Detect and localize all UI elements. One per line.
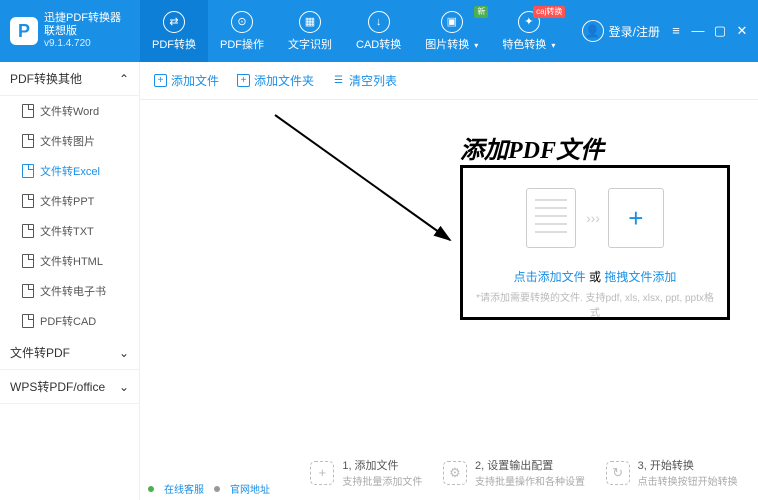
sidebar-item-4[interactable]: 文件转TXT [0, 216, 139, 246]
nav-PDF转换[interactable]: ⇄PDF转换 [140, 0, 208, 62]
add-folder-icon: + [237, 74, 250, 87]
dropzone-hint: *请添加需要转换的文件. 支持pdf, xls, xlsx, ppt, pptx… [473, 289, 717, 319]
login-label: 登录/注册 [609, 23, 660, 40]
minimize-button[interactable]: — [690, 23, 706, 39]
user-icon: 👤 [582, 20, 604, 42]
add-file-icon: + [154, 74, 167, 87]
file-icon [22, 224, 34, 238]
close-button[interactable]: ✕ [734, 23, 750, 39]
nav-PDF操作[interactable]: ⊙PDF操作 [208, 0, 276, 62]
file-icon [22, 134, 34, 148]
sidebar-item-7[interactable]: PDF转CAD [0, 306, 139, 336]
file-icon [22, 254, 34, 268]
maximize-button[interactable]: ▢ [712, 23, 728, 39]
step-1: +1, 添加文件支持批量添加文件 [310, 457, 422, 488]
step-icon: + [310, 461, 334, 485]
status-dot-site [214, 486, 220, 492]
nav-文字识别[interactable]: ▦文字识别 [276, 0, 344, 62]
sidebar-item-6[interactable]: 文件转电子书 [0, 276, 139, 306]
clear-list-icon: ☰ [332, 74, 345, 87]
status-dot-online [148, 486, 154, 492]
nav-CAD转换[interactable]: ↓CAD转换 [344, 0, 413, 62]
step-2: ⚙2, 设置输出配置支持批量操作和各种设置 [443, 457, 585, 488]
app-logo: P 迅捷PDF转换器 联想版 v9.1.4.720 [0, 12, 140, 50]
menu-button[interactable]: ≡ [668, 23, 684, 39]
file-icon [22, 164, 34, 178]
app-edition: 联想版 [44, 25, 121, 38]
nav-icon: ↓ [368, 11, 390, 33]
nav-icon: ▦ [299, 11, 321, 33]
file-icon [22, 314, 34, 328]
dropzone[interactable]: › › › + 点击添加文件 或 拖拽文件添加 *请添加需要转换的文件. 支持p… [460, 165, 730, 320]
app-version: v9.1.4.720 [44, 38, 121, 50]
logo-icon: P [10, 17, 38, 45]
sidebar-item-5[interactable]: 文件转HTML [0, 246, 139, 276]
login-button[interactable]: 👤 登录/注册 [582, 20, 660, 42]
annotation-arrow [270, 110, 470, 260]
step-3: ↻3, 开始转换点击转换按钮开始转换 [606, 457, 738, 488]
sidebar-group-file-to-pdf[interactable]: 文件转PDF⌄ [0, 336, 139, 370]
sidebar-item-0[interactable]: 文件转Word [0, 96, 139, 126]
nav-特色转换[interactable]: ✦特色转换 ▾caj转换 [490, 0, 567, 62]
add-folder-button[interactable]: + 添加文件夹 [237, 72, 314, 89]
nav-图片转换[interactable]: ▣图片转换 ▾新 [413, 0, 490, 62]
link-website[interactable]: 官网地址 [230, 481, 270, 496]
nav-icon: ⊙ [231, 11, 253, 33]
file-icon [526, 188, 576, 248]
sidebar-item-2[interactable]: 文件转Excel [0, 156, 139, 186]
link-support[interactable]: 在线客服 [164, 481, 204, 496]
annotation-text: 添加PDF文件 [460, 130, 604, 165]
sidebar-group-pdf-to-other[interactable]: PDF转换其他⌃ [0, 62, 139, 96]
clear-list-button[interactable]: ☰ 清空列表 [332, 72, 397, 89]
app-name: 迅捷PDF转换器 [44, 12, 121, 25]
file-icon [22, 194, 34, 208]
step-icon: ⚙ [443, 461, 467, 485]
sidebar-group-wps-to-pdf[interactable]: WPS转PDF/office⌄ [0, 370, 139, 404]
step-icon: ↻ [606, 461, 630, 485]
chevron-icon: › › › [586, 210, 598, 226]
add-icon: + [608, 188, 664, 248]
sidebar-item-1[interactable]: 文件转图片 [0, 126, 139, 156]
file-icon [22, 104, 34, 118]
nav-icon: ⇄ [163, 11, 185, 33]
add-file-button[interactable]: + 添加文件 [154, 72, 219, 89]
sidebar-item-3[interactable]: 文件转PPT [0, 186, 139, 216]
nav-icon: ▣ [441, 11, 463, 33]
dropzone-text: 点击添加文件 或 拖拽文件添加 [473, 268, 717, 285]
file-icon [22, 284, 34, 298]
